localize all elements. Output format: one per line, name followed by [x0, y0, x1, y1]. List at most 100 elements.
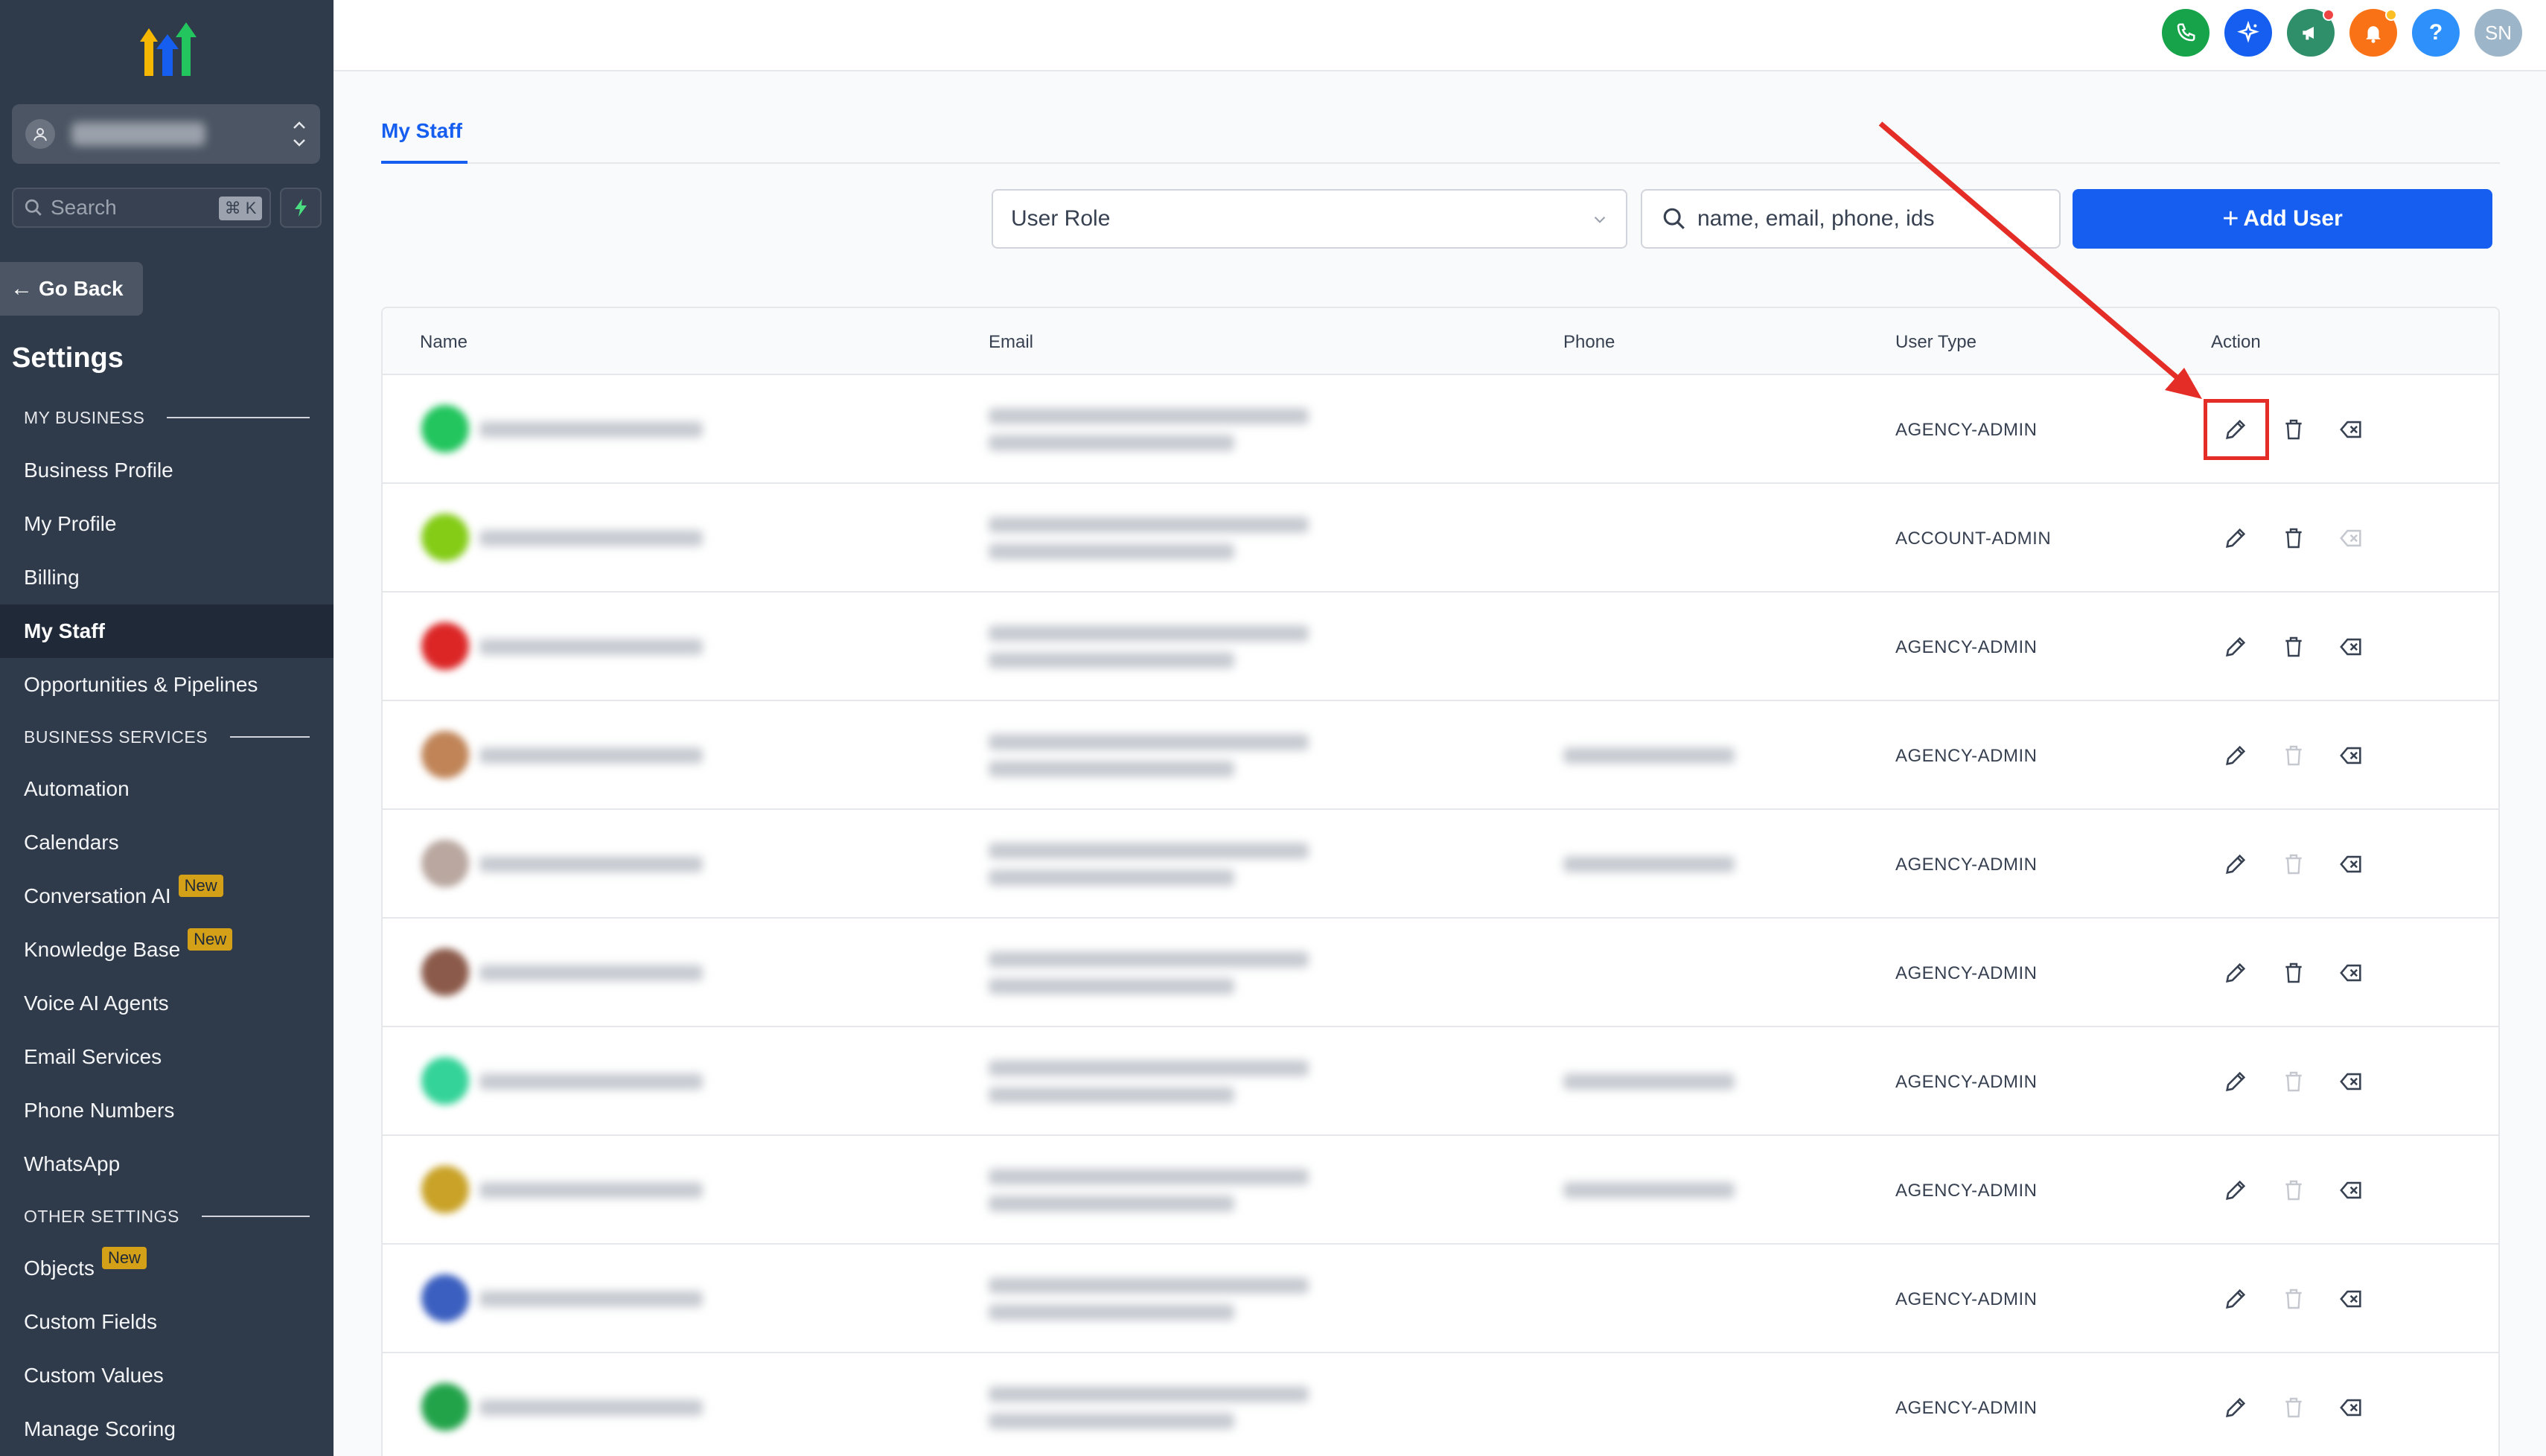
- section-divider: [230, 736, 310, 738]
- table-row[interactable]: AGENCY-ADMIN: [383, 1245, 2498, 1353]
- table-row[interactable]: AGENCY-ADMIN: [383, 919, 2498, 1027]
- sidebar-item-my-profile[interactable]: My Profile: [0, 497, 334, 551]
- table-row[interactable]: AGENCY-ADMIN: [383, 375, 2498, 484]
- deactivate-user-button[interactable]: [2333, 628, 2370, 665]
- name-redacted: [479, 1291, 703, 1307]
- edit-user-button[interactable]: [2217, 1389, 2254, 1426]
- column-header-user-type[interactable]: User Type: [1895, 332, 1976, 353]
- search-icon: [1663, 208, 1685, 229]
- delete-user-button[interactable]: [2275, 1389, 2312, 1426]
- arrow-left-icon: ←: [10, 276, 33, 301]
- edit-user-button[interactable]: [2217, 954, 2254, 992]
- location-icon: [25, 119, 55, 149]
- sidebar-item-custom-values[interactable]: Custom Values: [0, 1349, 334, 1402]
- pencil-icon: [2226, 854, 2246, 874]
- email-redacted: [989, 408, 1309, 424]
- sidebar-item-my-staff[interactable]: My Staff: [0, 604, 334, 658]
- sidebar-item-calendars[interactable]: Calendars: [0, 816, 334, 869]
- app-logo-icon[interactable]: [134, 19, 201, 79]
- edit-user-button[interactable]: [2217, 1172, 2254, 1209]
- sidebar-item-automation[interactable]: Automation: [0, 762, 334, 816]
- phone-button[interactable]: [2162, 9, 2210, 57]
- delete-user-button[interactable]: [2275, 1172, 2312, 1209]
- edit-user-button[interactable]: [2217, 1063, 2254, 1100]
- edit-user-button[interactable]: [2217, 846, 2254, 883]
- go-back-button[interactable]: ← Go Back: [0, 262, 143, 316]
- announcements-button[interactable]: [2287, 9, 2335, 57]
- section-divider: [201, 1216, 310, 1217]
- sidebar-item-conversation-ai[interactable]: Conversation AI New: [0, 869, 334, 923]
- delete-user-button[interactable]: [2275, 628, 2312, 665]
- help-button[interactable]: ?: [2412, 9, 2460, 57]
- section-label: BUSINESS SERVICES: [24, 727, 208, 747]
- delete-user-button[interactable]: [2275, 520, 2312, 557]
- column-header-phone[interactable]: Phone: [1563, 332, 1615, 353]
- account-switcher[interactable]: [12, 104, 320, 164]
- delete-user-button[interactable]: [2275, 846, 2312, 883]
- chevron-down-icon: [1594, 216, 1606, 223]
- deactivate-user-button[interactable]: [2333, 1280, 2370, 1318]
- staff-search[interactable]: [1641, 189, 2061, 249]
- avatar: [421, 1383, 469, 1431]
- table-row[interactable]: AGENCY-ADMIN: [383, 701, 2498, 810]
- deactivate-user-button[interactable]: [2333, 846, 2370, 883]
- quick-actions-button[interactable]: [280, 188, 322, 228]
- deactivate-user-button[interactable]: [2333, 411, 2370, 448]
- avatar: [421, 514, 469, 561]
- column-header-name[interactable]: Name: [420, 332, 468, 353]
- email-redacted: [989, 843, 1309, 859]
- trash-icon: [2285, 1397, 2302, 1418]
- sidebar-item-opportunities[interactable]: Opportunities & Pipelines: [0, 658, 334, 712]
- deactivate-user-button[interactable]: [2333, 1063, 2370, 1100]
- deactivate-user-button[interactable]: [2333, 520, 2370, 557]
- tab-my-staff[interactable]: My Staff: [381, 119, 462, 143]
- edit-user-button[interactable]: [2217, 520, 2254, 557]
- sidebar-item-manage-scoring[interactable]: Manage Scoring: [0, 1402, 334, 1456]
- user-avatar[interactable]: SN: [2475, 9, 2522, 57]
- sidebar-item-phone-numbers[interactable]: Phone Numbers: [0, 1084, 334, 1137]
- sidebar-item-email-services[interactable]: Email Services: [0, 1030, 334, 1084]
- table-row[interactable]: AGENCY-ADMIN: [383, 810, 2498, 919]
- notifications-button[interactable]: [2349, 9, 2397, 57]
- sidebar-item-billing[interactable]: Billing: [0, 551, 334, 604]
- sidebar-item-business-profile[interactable]: Business Profile: [0, 444, 334, 497]
- email-secondary-redacted: [989, 978, 1234, 994]
- delete-user-button[interactable]: [2275, 737, 2312, 774]
- sidebar-item-whatsapp[interactable]: WhatsApp: [0, 1137, 334, 1191]
- deactivate-user-button[interactable]: [2333, 954, 2370, 992]
- staff-search-input[interactable]: [1697, 206, 2055, 232]
- sidebar-item-custom-fields[interactable]: Custom Fields: [0, 1295, 334, 1349]
- delete-user-button[interactable]: [2275, 1063, 2312, 1100]
- email-secondary-redacted: [989, 435, 1234, 451]
- sidebar-item-knowledge-base[interactable]: Knowledge Base New: [0, 923, 334, 977]
- section-other-settings: OTHER SETTINGS: [24, 1201, 310, 1231]
- sidebar-item-objects[interactable]: Objects New: [0, 1242, 334, 1295]
- pencil-icon: [2226, 1071, 2246, 1091]
- table-row[interactable]: AGENCY-ADMIN: [383, 593, 2498, 701]
- user-role-select[interactable]: User Role: [992, 189, 1627, 249]
- add-user-button[interactable]: + Add User: [2073, 189, 2492, 249]
- deactivate-user-button[interactable]: [2333, 737, 2370, 774]
- help-icon: ?: [2428, 20, 2443, 45]
- sidebar-item-voice-ai-agents[interactable]: Voice AI Agents: [0, 977, 334, 1030]
- column-header-email[interactable]: Email: [989, 332, 1033, 353]
- sidebar-search[interactable]: Search ⌘ K: [12, 188, 271, 228]
- edit-user-button[interactable]: [2217, 737, 2254, 774]
- table-row[interactable]: AGENCY-ADMIN: [383, 1136, 2498, 1245]
- table-row[interactable]: ACCOUNT-ADMIN: [383, 484, 2498, 593]
- name-redacted: [479, 965, 703, 981]
- delete-user-button[interactable]: [2275, 1280, 2312, 1318]
- ai-assistant-button[interactable]: [2224, 9, 2272, 57]
- search-label: Search: [51, 196, 117, 219]
- table-row[interactable]: AGENCY-ADMIN: [383, 1353, 2498, 1456]
- edit-user-button[interactable]: [2217, 1280, 2254, 1318]
- trash-icon: [2285, 528, 2302, 549]
- sparkle-icon: [2237, 21, 2259, 43]
- staff-table: Name Email Phone User Type Action AGENCY…: [381, 307, 2500, 1456]
- deactivate-user-button[interactable]: [2333, 1389, 2370, 1426]
- edit-user-button[interactable]: [2217, 628, 2254, 665]
- table-row[interactable]: AGENCY-ADMIN: [383, 1027, 2498, 1136]
- deactivate-user-button[interactable]: [2333, 1172, 2370, 1209]
- delete-user-button[interactable]: [2275, 411, 2312, 448]
- delete-user-button[interactable]: [2275, 954, 2312, 992]
